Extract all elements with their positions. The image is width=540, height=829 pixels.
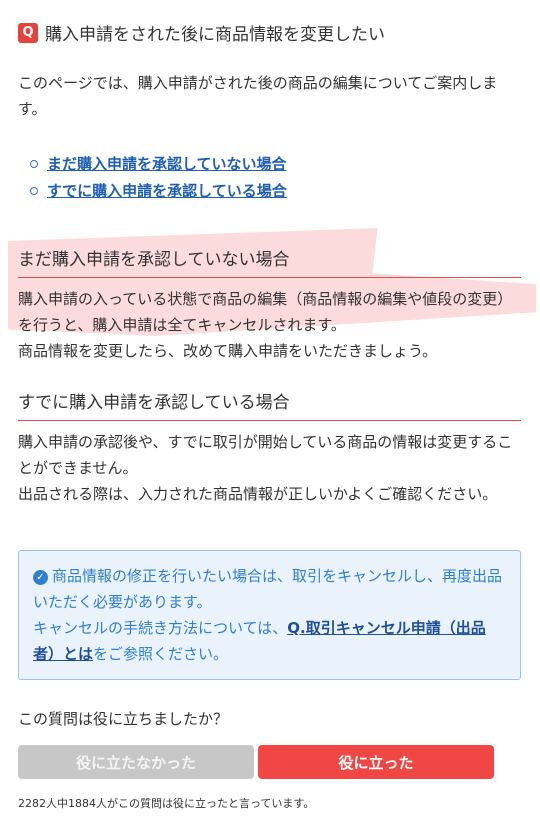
intro-text: このページでは、購入申請がされた後の商品の編集についてご案内します。	[18, 74, 498, 118]
not-helpful-label: 役に立たなかった	[75, 753, 196, 772]
toc-item: まだ購入申請を承認していない場合	[30, 150, 287, 177]
note-line-2-after: をご参照ください。	[93, 645, 229, 663]
info-note-box: ✓ 商品情報の修正を行いたい場合は、取引をキャンセルし、再度出品いただく必要があり…	[18, 550, 521, 680]
note-line-1: 商品情報の修正を行いたい場合は、取引をキャンセルし、再度出品いただく必要がありま…	[33, 567, 503, 611]
question-badge-icon: Q	[18, 22, 38, 43]
toc-item: すでに購入申請を承認している場合	[30, 177, 287, 204]
section-body-approved: 購入申請の承認後や、すでに取引が開始している商品の情報は変更することができません…	[18, 433, 513, 503]
section-heading-not-approved: まだ購入申請を承認していない場合	[18, 245, 521, 278]
helpful-button[interactable]: 役に立った	[258, 745, 494, 779]
note-line-2-before: キャンセルの手続き方法については、	[33, 619, 288, 637]
feedback-stats: 2282人中1884人がこの質問は役に立ったと言っています。	[18, 797, 315, 810]
section-body-not-approved: 購入申請の入っている状態で商品の編集（商品情報の編集や値段の変更）を行うと、購入…	[18, 290, 513, 360]
not-helpful-button[interactable]: 役に立たなかった	[18, 745, 254, 779]
table-of-contents: まだ購入申請を承認していない場合 すでに購入申請を承認している場合	[30, 150, 287, 204]
circle-bullet-icon	[30, 159, 38, 168]
check-circle-icon: ✓	[33, 570, 48, 585]
section-heading-approved: すでに購入申請を承認している場合	[18, 388, 521, 421]
feedback-question: この質問は役に立ちましたか？	[18, 710, 229, 728]
toc-link-approved[interactable]: すでに購入申請を承認している場合	[47, 180, 287, 201]
page-title: Q 購入申請をされた後に商品情報を変更したい	[18, 20, 385, 45]
helpful-label: 役に立った	[338, 753, 414, 772]
question-title: 購入申請をされた後に商品情報を変更したい	[45, 25, 385, 45]
circle-bullet-icon	[30, 186, 38, 195]
toc-link-not-approved[interactable]: まだ購入申請を承認していない場合	[47, 153, 287, 174]
